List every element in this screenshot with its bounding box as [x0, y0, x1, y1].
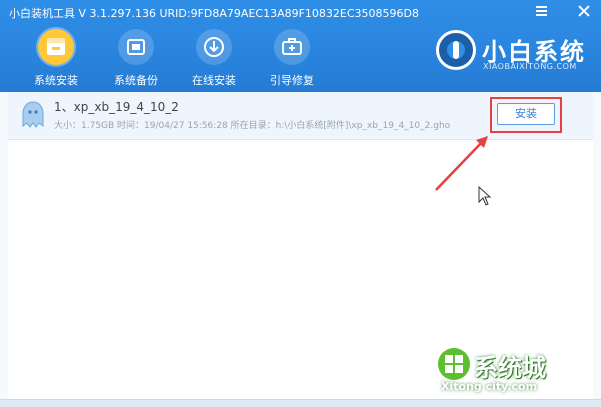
install-button[interactable]: 安装 — [497, 103, 555, 125]
watermark: 系统城 Xitong city.com — [436, 346, 586, 400]
watermark-subtext: Xitong city.com — [441, 380, 538, 393]
brand-logo: 小白系统 XIAOBAIXITONG.COM — [436, 30, 586, 80]
tab-label: 在线安装 — [192, 74, 236, 87]
close-icon — [577, 4, 591, 18]
watermark-text: 系统城 — [474, 354, 546, 382]
tab-label: 引导修复 — [270, 74, 314, 87]
app-title: 小白装机工具 V 3.1.297.136 URID:9FD8A79AEC13A8… — [9, 7, 420, 20]
logo-mark-icon — [436, 30, 476, 70]
image-name: 1、xp_xb_19_4_10_2 — [54, 100, 179, 114]
install-icon — [38, 29, 74, 65]
windows-logo-icon — [438, 348, 470, 380]
ghost-file-icon — [20, 100, 46, 130]
tab-label: 系统安装 — [34, 74, 78, 87]
list-item[interactable]: 1、xp_xb_19_4_10_2 大小：1.75GB 时间：19/04/27 … — [8, 92, 593, 140]
bottom-edge — [0, 399, 601, 407]
tab-system-backup[interactable]: 系统备份 — [96, 26, 176, 90]
download-icon — [196, 29, 232, 65]
menu-button[interactable] — [532, 3, 552, 19]
menu-icon — [536, 6, 547, 16]
title-bar: 小白装机工具 V 3.1.297.136 URID:9FD8A79AEC13A8… — [0, 0, 601, 22]
backup-icon — [118, 29, 154, 65]
logo-subtext: XIAOBAIXITONG.COM — [483, 62, 577, 71]
mouse-cursor-icon — [478, 186, 492, 206]
close-button[interactable] — [574, 3, 594, 19]
app-window: 小白装机工具 V 3.1.297.136 URID:9FD8A79AEC13A8… — [0, 0, 601, 407]
tab-label: 系统备份 — [114, 74, 158, 87]
tab-boot-repair[interactable]: 引导修复 — [252, 26, 332, 90]
repair-icon — [274, 29, 310, 65]
tab-online-install[interactable]: 在线安装 — [174, 26, 254, 90]
header: 小白装机工具 V 3.1.297.136 URID:9FD8A79AEC13A8… — [0, 0, 601, 92]
tab-system-install[interactable]: 系统安装 — [16, 26, 96, 90]
image-details: 大小：1.75GB 时间：19/04/27 15:56:28 所在目录：h:\小… — [54, 121, 451, 131]
